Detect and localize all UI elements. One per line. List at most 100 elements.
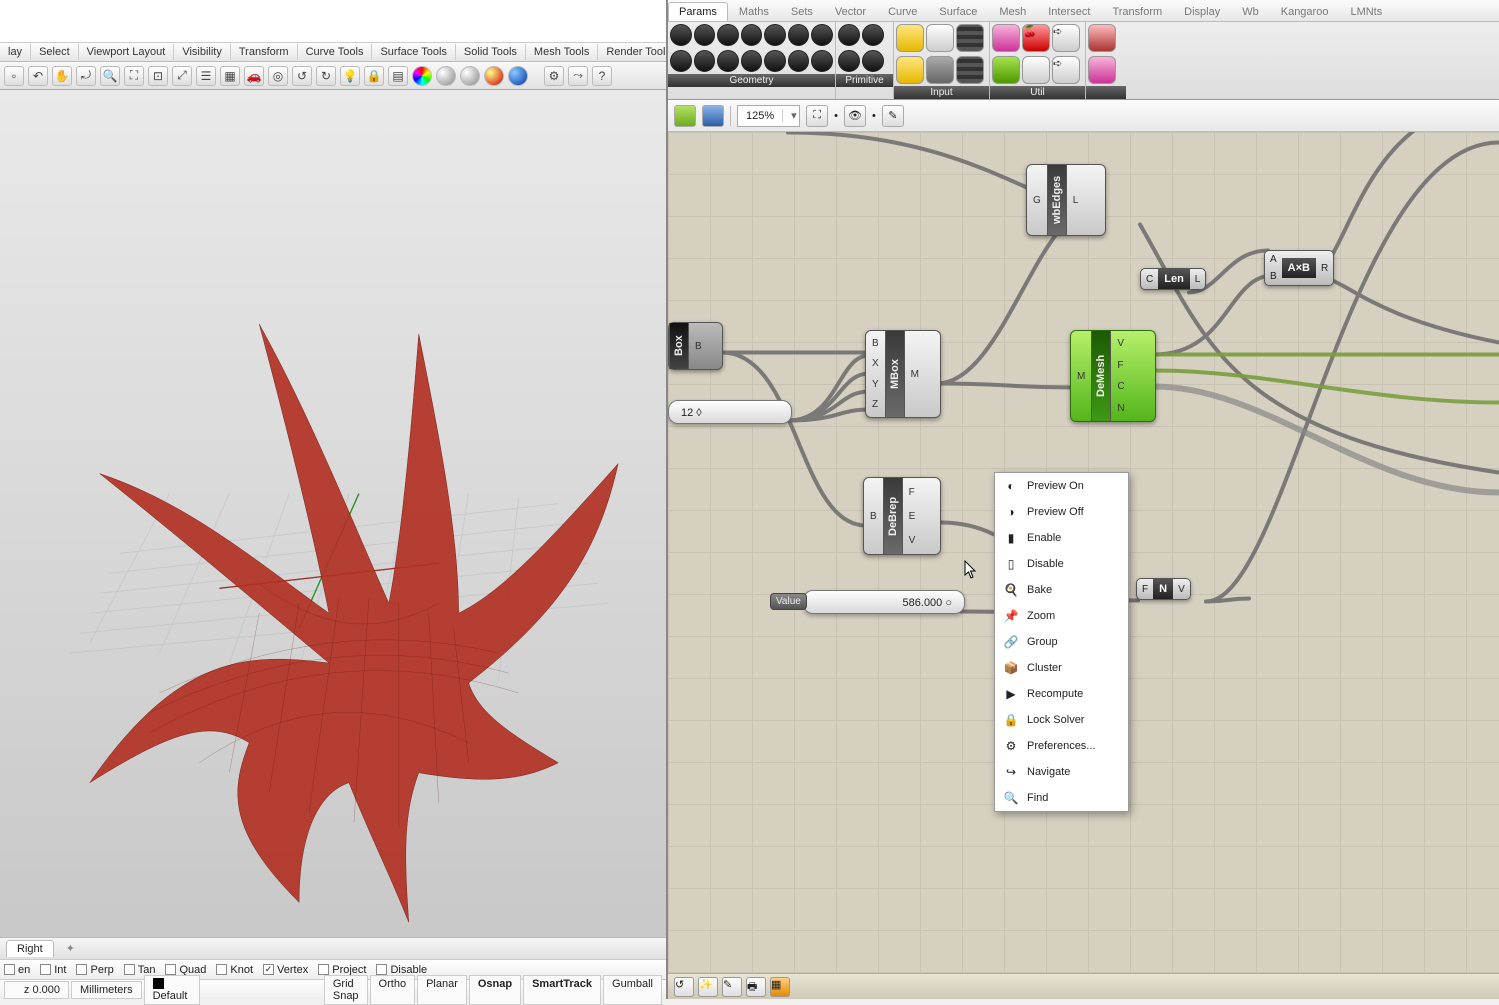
material-icon[interactable] [508,66,528,86]
input-icon[interactable] [926,56,954,84]
flask-icon[interactable] [1088,56,1116,84]
undo-icon[interactable]: ↶ [28,66,48,86]
rhino-tab[interactable]: Transform [231,44,298,60]
zoom-selected-icon[interactable]: ⤢ [172,66,192,86]
rhino-tab[interactable]: Render Tools [598,44,666,60]
rhino-tab[interactable]: Curve Tools [298,44,373,60]
status-toggle[interactable]: SmartTrack [523,975,601,1005]
rotate-icon[interactable]: ⤾ [76,66,96,86]
options-icon[interactable]: ⤳ [568,66,588,86]
viewport-add-tab[interactable]: ✦ [60,940,81,957]
compass-icon[interactable]: ✎ [722,977,742,997]
rhino-tab[interactable]: Viewport Layout [79,44,175,60]
param-icon[interactable] [838,50,860,72]
param-icon[interactable] [811,50,833,72]
param-icon[interactable] [741,50,763,72]
component-wbedges[interactable]: G wbEdges L [1026,164,1106,236]
save-file-icon[interactable] [702,105,724,127]
cplane-next-icon[interactable]: ↻ [316,66,336,86]
param-icon[interactable] [717,50,739,72]
zoom-level-select[interactable]: 125%▾ [737,105,800,127]
param-icon[interactable] [670,24,692,46]
gh-tab-curve[interactable]: Curve [877,2,928,21]
ctx-find[interactable]: 🔍Find [995,785,1128,811]
component-mbox[interactable]: BXYZ MBox M [865,330,941,418]
rhino-tab[interactable]: Select [31,44,79,60]
history-icon[interactable]: ↺ [674,977,694,997]
status-layer[interactable]: Default [144,975,200,1005]
print-icon[interactable]: 🖶 [746,977,766,997]
component-demesh[interactable]: M DeMesh VFCN [1070,330,1156,422]
component-box[interactable]: Box B [668,322,723,370]
input-icon[interactable] [896,24,924,52]
gear-icon[interactable]: ⚙ [544,66,564,86]
param-icon[interactable] [788,50,810,72]
gh-tab-transform[interactable]: Transform [1101,2,1173,21]
zoom-icon[interactable]: 🔍 [100,66,120,86]
zoom-window-icon[interactable]: ⛶ [124,66,144,86]
slider-12[interactable]: 12 ◊ [668,400,792,424]
gh-tab-surface[interactable]: Surface [928,2,988,21]
component-n[interactable]: F N V [1136,578,1191,600]
slider-value[interactable]: Value 586.000 ○ [803,590,965,614]
ctx-group[interactable]: 🔗Group [995,629,1128,655]
ctx-zoom[interactable]: 📌Zoom [995,603,1128,629]
gh-tab-mesh[interactable]: Mesh [988,2,1037,21]
light-icon[interactable]: 💡 [340,66,360,86]
osnap-knot[interactable]: Knot [216,964,253,976]
param-icon[interactable] [717,24,739,46]
ctx-cluster[interactable]: 📦Cluster [995,655,1128,681]
input-icon[interactable] [896,56,924,84]
gh-canvas[interactable]: Box B 12 ◊ BXYZ MBox M M DeMesh VFCN G [668,132,1499,973]
zoom-fit-icon[interactable]: ⛶ [806,105,828,127]
new-icon[interactable]: ▫ [4,66,24,86]
param-icon[interactable] [764,50,786,72]
cplane-prev-icon[interactable]: ↺ [292,66,312,86]
viewport-tab-right[interactable]: Right [6,940,54,957]
rhino-tab[interactable]: lay [0,44,31,60]
ctx-bake[interactable]: 🍳Bake [995,577,1128,603]
ctx-disable[interactable]: ▯Disable [995,551,1128,577]
status-toggle[interactable]: Osnap [469,975,521,1005]
param-icon[interactable] [694,24,716,46]
render-preview-icon[interactable] [484,66,504,86]
param-icon[interactable] [862,24,884,46]
param-icon[interactable] [670,50,692,72]
shade-icon[interactable] [436,66,456,86]
osnap-vertex[interactable]: ✓Vertex [263,964,308,976]
preview-eye-icon[interactable]: 👁 [844,105,866,127]
param-icon[interactable] [764,24,786,46]
param-icon[interactable] [862,50,884,72]
ctx-preview-on[interactable]: ◐Preview On [995,473,1128,499]
input-icon[interactable] [926,24,954,52]
gh-tab-vector[interactable]: Vector [824,2,877,21]
param-icon[interactable] [811,24,833,46]
lock-icon[interactable]: 🔒 [364,66,384,86]
ctx-preferences-[interactable]: ⚙Preferences... [995,733,1128,759]
render-icon[interactable] [460,66,480,86]
wand-icon[interactable]: ✨ [698,977,718,997]
flask-icon[interactable] [1088,24,1116,52]
gh-tab-lmnts[interactable]: LMNts [1339,2,1393,21]
ctx-lock-solver[interactable]: 🔒Lock Solver [995,707,1128,733]
param-icon[interactable] [838,24,860,46]
zoom-extents-icon[interactable]: ⊡ [148,66,168,86]
pan-icon[interactable]: ✋ [52,66,72,86]
rhino-viewport[interactable] [0,90,666,937]
component-len[interactable]: C Len L [1140,268,1206,290]
osnap-en[interactable]: en [4,964,30,976]
ctx-recompute[interactable]: ▶Recompute [995,681,1128,707]
util-icon[interactable] [992,56,1020,84]
status-toggle[interactable]: Gumball [603,975,662,1005]
car-icon[interactable]: 🚗 [244,66,264,86]
util-icon[interactable]: ➪ [1052,56,1080,84]
named-views-icon[interactable]: ☰ [196,66,216,86]
gh-tab-wb[interactable]: Wb [1231,2,1270,21]
gh-tab-maths[interactable]: Maths [728,2,780,21]
util-icon[interactable] [1022,56,1050,84]
param-icon[interactable] [788,24,810,46]
open-file-icon[interactable] [674,105,696,127]
component-axb[interactable]: A B A×B R [1264,250,1334,286]
gh-tab-params[interactable]: Params [668,2,728,21]
status-toggle[interactable]: Grid Snap [324,975,368,1005]
